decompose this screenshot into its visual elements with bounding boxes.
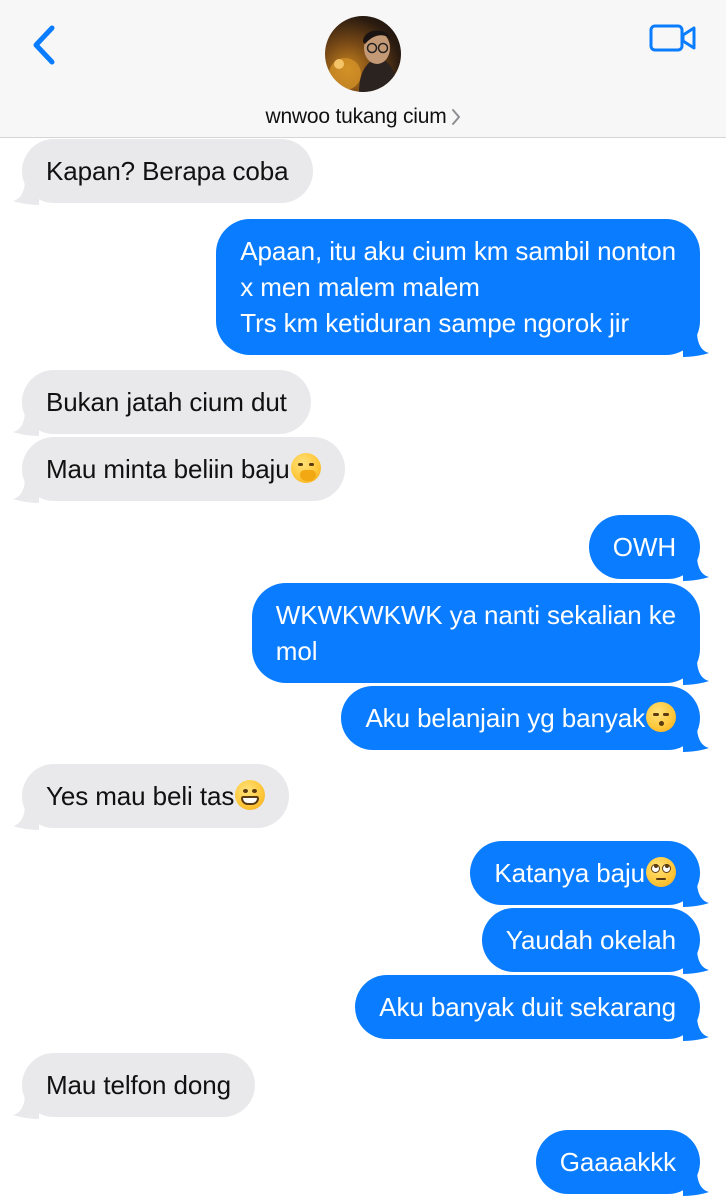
outgoing-message-bubble[interactable]: Yaudah okelah xyxy=(481,908,709,974)
grinning-face-emoji xyxy=(235,780,266,810)
bubble-tail xyxy=(13,804,39,830)
message-text: Yes mau beli tas xyxy=(46,778,266,814)
incoming-message-bubble[interactable]: Kapan? Berapa coba xyxy=(13,139,313,205)
bubble-tail xyxy=(683,331,709,357)
bubble-tail xyxy=(683,555,709,581)
video-camera-icon xyxy=(649,24,696,52)
bubble-tail xyxy=(13,410,39,436)
outgoing-message-bubble[interactable]: OWH xyxy=(588,515,709,581)
message-text: x men malem malem xyxy=(240,272,480,302)
bubble-tail xyxy=(683,726,709,752)
bubble-tail xyxy=(683,1170,709,1196)
message-text: Apaan, itu aku cium km sambil nonton xyxy=(240,236,676,266)
message-text: Trs km ketiduran sampe ngorok jir xyxy=(240,308,630,338)
message-thread[interactable]: Kapan? Berapa coba Apaan, itu aku cium km… xyxy=(0,139,726,1200)
video-call-button[interactable] xyxy=(648,20,698,56)
incoming-message-bubble[interactable]: Mau minta beliin baju xyxy=(13,437,345,503)
outgoing-message-bubble[interactable]: Aku banyak duit sekarang xyxy=(355,975,709,1041)
contact-name: wnwoo tukang cium xyxy=(265,105,447,128)
outgoing-message-bubble[interactable]: Gaaaakkk xyxy=(535,1130,709,1196)
bubble-tail xyxy=(13,179,39,205)
bubble-tail xyxy=(13,1093,39,1119)
kissing-face-emoji xyxy=(646,702,676,732)
message-text: mol xyxy=(275,636,318,666)
message-text: Mau telfon dong xyxy=(46,1070,231,1100)
conversation-header: wnwoo tukang cium xyxy=(0,0,726,138)
hand-over-mouth-emoji xyxy=(290,453,321,483)
bubble-tail xyxy=(683,948,709,974)
message-text: Bukan jatah cium dut xyxy=(46,387,287,417)
outgoing-message-bubble[interactable]: Aku belanjain yg banyak xyxy=(341,686,709,752)
chevron-left-icon xyxy=(33,25,55,65)
avatar-photo xyxy=(329,30,397,92)
incoming-message-bubble[interactable]: Mau telfon dong xyxy=(13,1053,255,1119)
contact-name-button[interactable]: wnwoo tukang cium xyxy=(0,100,726,134)
incoming-message-bubble[interactable]: Yes mau beli tas xyxy=(13,764,290,830)
chevron-right-icon xyxy=(451,108,461,126)
message-text: Gaaaakkk xyxy=(559,1147,676,1177)
outgoing-message-bubble[interactable]: Apaan, itu aku cium km sambil nonton x me… xyxy=(216,219,709,357)
message-text: Yaudah okelah xyxy=(505,925,676,955)
message-text: Mau minta beliin baju xyxy=(46,451,321,487)
outgoing-message-bubble[interactable]: WKWKWKWK ya nanti sekalian ke mol xyxy=(251,583,709,685)
message-text: Aku banyak duit sekarang xyxy=(379,992,676,1022)
outgoing-message-bubble[interactable]: Katanya baju xyxy=(470,841,709,907)
back-button[interactable] xyxy=(24,22,64,68)
message-text: Kapan? Berapa coba xyxy=(46,156,289,186)
message-text: OWH xyxy=(612,532,676,562)
rolling-eyes-emoji xyxy=(646,857,676,887)
bubble-tail xyxy=(13,477,39,503)
bubble-tail xyxy=(683,881,709,907)
message-text: Katanya baju xyxy=(494,855,676,891)
contact-avatar[interactable] xyxy=(325,16,401,92)
message-text: Aku belanjain yg banyak xyxy=(365,700,676,736)
bubble-tail xyxy=(683,659,709,685)
message-text: WKWKWKWK ya nanti sekalian ke xyxy=(275,600,676,630)
incoming-message-bubble[interactable]: Bukan jatah cium dut xyxy=(13,370,311,436)
bubble-tail xyxy=(683,1015,709,1041)
